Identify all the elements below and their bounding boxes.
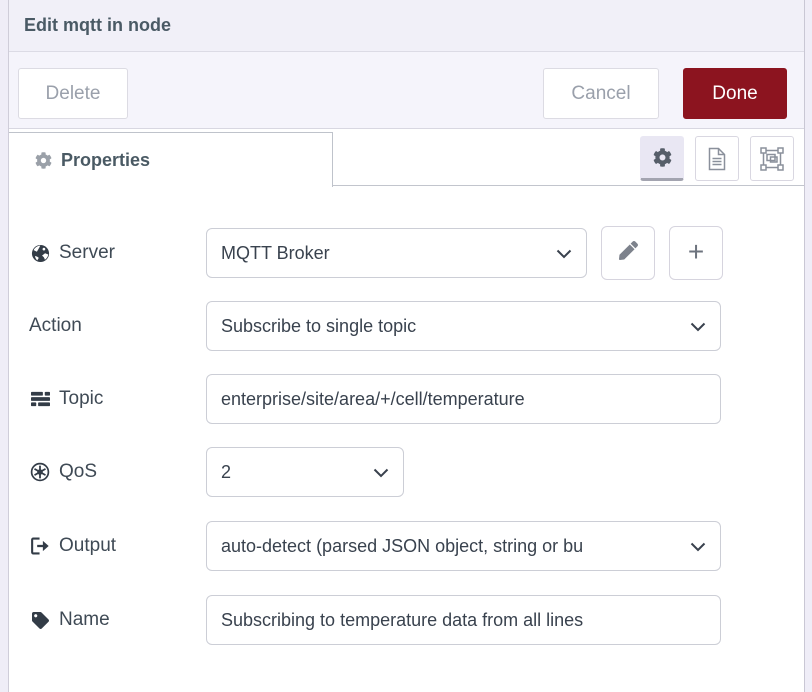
topic-input[interactable] bbox=[206, 374, 721, 424]
topic-row: Topic bbox=[9, 374, 804, 424]
name-input[interactable] bbox=[206, 595, 721, 645]
appearance-tab-button[interactable] bbox=[750, 136, 794, 181]
properties-form: Server MQTT Broker + bbox=[9, 186, 804, 692]
globe-icon bbox=[29, 244, 51, 263]
server-label: Server bbox=[29, 228, 199, 278]
edit-node-dialog: Edit mqtt in node Delete Cancel Done Pro… bbox=[8, 0, 805, 692]
gear-icon bbox=[35, 152, 52, 169]
sign-out-icon bbox=[29, 537, 51, 555]
dialog-header: Edit mqtt in node bbox=[9, 0, 804, 52]
gear-icon bbox=[653, 148, 672, 167]
chevron-down-icon bbox=[556, 243, 572, 264]
server-select[interactable]: MQTT Broker bbox=[206, 228, 587, 278]
description-tab-button[interactable] bbox=[695, 136, 739, 181]
properties-tab-button[interactable] bbox=[640, 136, 684, 181]
name-label: Name bbox=[29, 595, 199, 645]
empire-icon bbox=[29, 462, 51, 482]
action-select-value: Subscribe to single topic bbox=[221, 316, 416, 337]
qos-label: QoS bbox=[29, 447, 199, 497]
output-label: Output bbox=[29, 521, 199, 571]
topic-label-text: Topic bbox=[59, 388, 103, 410]
cancel-button[interactable]: Cancel bbox=[543, 68, 659, 119]
tasks-icon bbox=[29, 391, 51, 407]
server-select-value: MQTT Broker bbox=[221, 243, 330, 264]
qos-select-value: 2 bbox=[221, 462, 231, 483]
output-select-value: auto-detect (parsed JSON object, string … bbox=[221, 536, 583, 557]
output-row: Output auto-detect (parsed JSON object, … bbox=[9, 521, 804, 571]
tab-properties-label: Properties bbox=[61, 150, 150, 171]
chevron-down-icon bbox=[690, 316, 706, 337]
qos-select[interactable]: 2 bbox=[206, 447, 404, 497]
done-button[interactable]: Done bbox=[683, 68, 787, 119]
tag-icon bbox=[29, 612, 51, 629]
pencil-icon bbox=[619, 241, 638, 265]
server-label-text: Server bbox=[59, 242, 115, 264]
qos-label-text: QoS bbox=[59, 461, 97, 483]
delete-button[interactable]: Delete bbox=[18, 68, 128, 119]
action-label: Action bbox=[29, 301, 199, 351]
appearance-icon bbox=[760, 147, 784, 171]
action-label-text: Action bbox=[29, 315, 82, 337]
description-icon bbox=[707, 147, 727, 171]
name-label-text: Name bbox=[59, 609, 110, 631]
action-select[interactable]: Subscribe to single topic bbox=[206, 301, 721, 351]
chevron-down-icon bbox=[373, 462, 389, 483]
node-red-editor: Edit mqtt in node Delete Cancel Done Pro… bbox=[0, 0, 812, 692]
add-server-button[interactable]: + bbox=[669, 226, 723, 280]
output-select[interactable]: auto-detect (parsed JSON object, string … bbox=[206, 521, 721, 571]
edit-server-button[interactable] bbox=[601, 226, 655, 280]
name-row: Name bbox=[9, 595, 804, 645]
dialog-toolbar: Delete Cancel Done bbox=[9, 52, 804, 129]
dialog-title: Edit mqtt in node bbox=[24, 15, 171, 36]
plus-icon: + bbox=[688, 238, 704, 266]
tab-properties[interactable]: Properties bbox=[9, 132, 333, 187]
action-row: Action Subscribe to single topic bbox=[9, 301, 804, 351]
qos-row: QoS 2 bbox=[9, 447, 804, 497]
output-label-text: Output bbox=[59, 535, 116, 557]
chevron-down-icon bbox=[690, 536, 706, 557]
topic-label: Topic bbox=[29, 374, 199, 424]
server-row: Server MQTT Broker + bbox=[9, 228, 804, 278]
edit-tab-bar: Properties bbox=[9, 129, 804, 186]
edit-tab-buttons bbox=[640, 136, 794, 181]
